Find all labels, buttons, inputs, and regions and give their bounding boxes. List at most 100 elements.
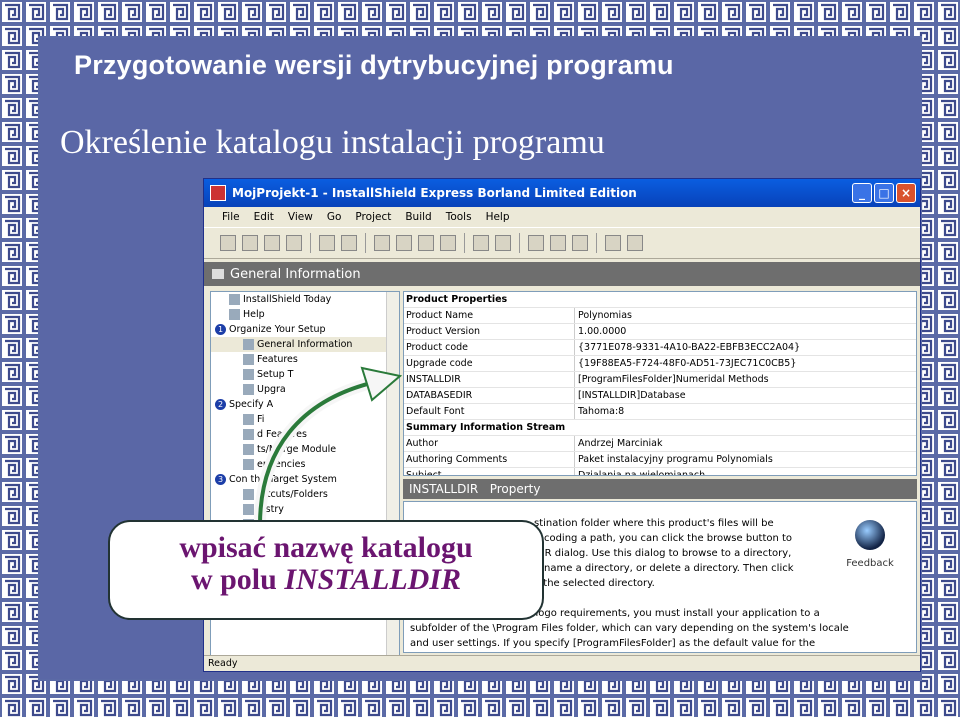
status-text: Ready	[208, 658, 238, 669]
property-row[interactable]: Subject Dzialania na wielomianach	[404, 468, 916, 475]
callout-line-1: wpisać nazwę katalogu	[179, 531, 473, 564]
property-row[interactable]: Authoring Comments Paket instalacyjny pro…	[404, 452, 916, 468]
toolbar	[204, 227, 920, 259]
property-name: Product Name	[404, 308, 575, 323]
property-value[interactable]: Dzialania na wielomianach	[575, 468, 916, 475]
window-titlebar: MojProjekt-1 - InstallShield Express Bor…	[204, 179, 920, 207]
property-row[interactable]: Upgrade code {19F88EA5-F724-48F0-AD51-73J…	[404, 356, 916, 372]
property-row[interactable]: DATABASEDIR [INSTALLDIR]Database	[404, 388, 916, 404]
toolbar-separator	[310, 233, 311, 253]
close-button[interactable]: ×	[896, 183, 916, 203]
forward-icon[interactable]	[440, 235, 456, 251]
summary-heading: Summary Information Stream	[406, 422, 566, 433]
tree-item[interactable]: Help	[211, 307, 399, 322]
help-text-line: rename a directory, or delete a director…	[534, 563, 794, 574]
clean-icon[interactable]	[495, 235, 511, 251]
save-icon[interactable]	[286, 235, 302, 251]
app-icon	[210, 185, 226, 201]
tree-item-label: Organize Your Setup	[229, 324, 326, 335]
step-number-badge: 2	[215, 399, 226, 410]
help-text-line: stination folder where this product's fi…	[534, 518, 774, 529]
callout-line-2-field: INSTALLDIR	[284, 563, 462, 596]
property-value[interactable]: {19F88EA5-F724-48F0-AD51-73JEC71C0CB5}	[575, 356, 916, 371]
toolbar-separator	[519, 233, 520, 253]
step-icon[interactable]	[374, 235, 390, 251]
properties-heading: Product Properties	[406, 294, 508, 305]
property-row[interactable]: Product Name Polynomias	[404, 308, 916, 324]
property-row[interactable]: Default Font Tahoma:8	[404, 404, 916, 420]
tree-item-label: General Information	[257, 339, 353, 350]
toolbar-separator	[365, 233, 366, 253]
new-icon[interactable]	[220, 235, 236, 251]
property-value[interactable]: [INSTALLDIR]Database	[575, 388, 916, 403]
menu-item-help[interactable]: Help	[484, 211, 512, 223]
header-icon	[212, 269, 224, 279]
menu-item-view[interactable]: View	[286, 211, 315, 223]
tree-item-icon	[243, 339, 254, 350]
property-name: Authoring Comments	[404, 452, 575, 467]
back-icon[interactable]	[418, 235, 434, 251]
property-title-suffix: Property	[489, 482, 541, 496]
callout-box: wpisać nazwę katalogu w polu INSTALLDIR	[108, 520, 544, 620]
property-title-bar: INSTALLDIR Property	[403, 479, 917, 499]
build-icon[interactable]	[473, 235, 489, 251]
property-value[interactable]: Polynomias	[575, 308, 916, 323]
maximize-button[interactable]: □	[874, 183, 894, 203]
test-icon[interactable]	[550, 235, 566, 251]
help-paragraph-1: stination folder where this product's fi…	[534, 516, 794, 591]
property-name: Subject	[404, 468, 575, 475]
step-number-badge: 1	[215, 324, 226, 335]
blank-icon[interactable]	[242, 235, 258, 251]
run-icon[interactable]	[528, 235, 544, 251]
help-text-line: o the selected directory.	[534, 578, 655, 589]
property-value[interactable]: {3771E078-9331-4A10-BA22-EBFB3ECC2A04}	[575, 340, 916, 355]
menu-item-project[interactable]: Project	[353, 211, 393, 223]
view-pane-icon[interactable]	[341, 235, 357, 251]
tree-item[interactable]: General Information	[211, 337, 399, 352]
toolbar-separator	[596, 233, 597, 253]
property-value[interactable]: Tahoma:8	[575, 404, 916, 419]
step-number-badge: 3	[215, 474, 226, 485]
properties-heading-row: Product Properties	[404, 292, 916, 308]
menu-item-go[interactable]: Go	[325, 211, 344, 223]
summary-heading-row: Summary Information Stream	[404, 420, 916, 436]
menu-item-tools[interactable]: Tools	[444, 211, 474, 223]
menu-item-file[interactable]: File	[220, 211, 242, 223]
open-icon[interactable]	[264, 235, 280, 251]
window-title: MojProjekt-1 - InstallShield Express Bor…	[232, 186, 637, 200]
property-row[interactable]: Product code {3771E078-9331-4A10-BA22-EBF…	[404, 340, 916, 356]
feedback-icon	[855, 520, 885, 550]
property-row[interactable]: Product Version 1.00.0000	[404, 324, 916, 340]
property-row[interactable]: Author Andrzej Marciniak	[404, 436, 916, 452]
gear-icon[interactable]	[572, 235, 588, 251]
property-value[interactable]: 1.00.0000	[575, 324, 916, 339]
property-value[interactable]: Paket instalacyjny programu Polynomials	[575, 452, 916, 467]
callout-line-2-prefix: w polu	[190, 563, 285, 596]
property-name: Product code	[404, 340, 575, 355]
status-bar: Ready	[204, 655, 920, 671]
menu-item-build[interactable]: Build	[403, 211, 433, 223]
property-grid: Product Properties Product Name Polynomia…	[403, 291, 917, 476]
tree-item-label: Help	[243, 309, 265, 320]
property-name: Product Version	[404, 324, 575, 339]
property-name: INSTALLDIR	[404, 372, 575, 387]
minimize-button[interactable]: _	[852, 183, 872, 203]
feedback-link[interactable]: Feedback	[838, 520, 902, 571]
menu-item-edit[interactable]: Edit	[252, 211, 276, 223]
view-tree-icon[interactable]	[319, 235, 335, 251]
view-header-label: General Information	[230, 266, 361, 282]
slide-title: Przygotowanie wersji dytrybucyjnej progr…	[74, 50, 674, 80]
help-text-line: subfolder of the \Program Files folder, …	[410, 623, 849, 634]
tree-item[interactable]: InstallShield Today	[211, 292, 399, 307]
property-value[interactable]: [ProgramFilesFolder]Numeridal Methods	[575, 372, 916, 387]
toolbar-separator	[464, 233, 465, 253]
property-name: Default Font	[404, 404, 575, 419]
help-text-line: DIR dialog. Use this dialog to browse to…	[534, 548, 792, 559]
property-value[interactable]: Andrzej Marciniak	[575, 436, 916, 451]
help-icon[interactable]	[627, 235, 643, 251]
search-icon[interactable]	[605, 235, 621, 251]
down-arrow-icon[interactable]	[396, 235, 412, 251]
property-row[interactable]: INSTALLDIR [ProgramFilesFolder]Numeridal …	[404, 372, 916, 388]
tree-item-icon	[229, 294, 240, 305]
tree-item[interactable]: 1 Organize Your Setup	[211, 322, 399, 337]
